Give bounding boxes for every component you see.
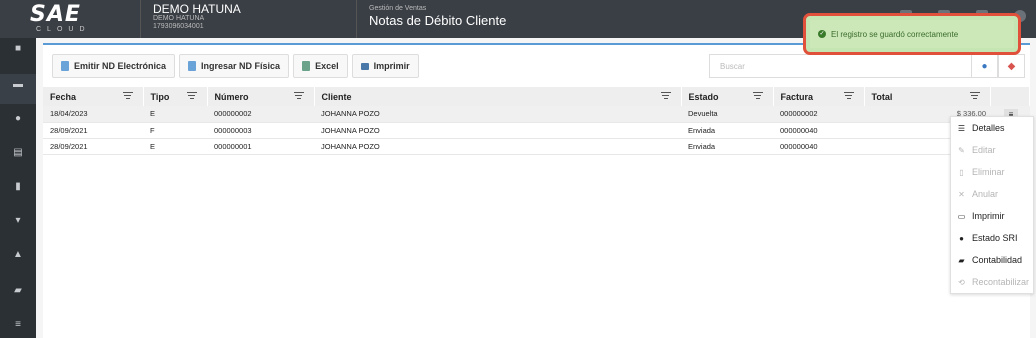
company-info[interactable]: DEMO HATUNA DEMO HATUNA 1793096034001 (140, 0, 355, 38)
column-header-actions (990, 87, 1030, 106)
ingresar-nd-fisica-button[interactable]: Ingresar ND Física (179, 54, 290, 78)
column-header[interactable]: Total (864, 87, 991, 106)
print-label: Imprimir (373, 61, 410, 71)
menu-item-anular: ✕ Anular (958, 189, 999, 199)
cell-cliente: JOHANNA POZO (314, 138, 681, 155)
excel-button[interactable]: Excel (293, 54, 348, 78)
menu-item-estado-sri[interactable]: ● Estado SRI (951, 227, 1033, 249)
globe-icon: ● (959, 233, 964, 243)
document-icon (61, 61, 69, 71)
search-icon: ● (981, 60, 988, 72)
cell-factura: 000000002 (773, 106, 864, 123)
close-icon: ✕ (958, 189, 965, 199)
cell-cliente: JOHANNA POZO (314, 106, 681, 123)
pencil-icon: ✎ (958, 145, 965, 155)
cell-tipo: E (143, 138, 207, 155)
book-icon: ▰ (958, 255, 965, 265)
cell-estado: Enviada (681, 138, 773, 155)
home-icon[interactable]: ■ (12, 44, 24, 54)
filter-icon[interactable] (843, 92, 854, 100)
table-row[interactable]: 28/09/2021 F 000000003 JOHANNA POZO Envi… (43, 122, 1030, 139)
column-header[interactable]: Factura (773, 87, 865, 106)
search-input[interactable]: Buscar (709, 54, 971, 78)
success-toast[interactable]: ✓ El registro se guardó correctamente (803, 13, 1021, 55)
print-button[interactable]: Imprimir (351, 54, 419, 78)
column-header[interactable]: Estado (681, 87, 774, 106)
table-row[interactable]: 18/04/2023 E 000000002 JOHANNA POZO Devu… (43, 106, 1030, 123)
sales-icon[interactable]: ▬ (12, 80, 24, 90)
logo-text: SAE (30, 2, 81, 27)
cell-fecha: 28/09/2021 (43, 138, 143, 155)
cell-numero: 000000003 (207, 122, 314, 139)
cell-estado: Devuelta (681, 106, 773, 123)
cell-numero: 000000001 (207, 138, 314, 155)
sidebar: ■ ▬ ● ▤ ▮ ▾ ▲ ▰ ≡ (0, 38, 36, 338)
page-title: Notas de Débito Cliente (369, 13, 507, 28)
menu-item-imprimir[interactable]: ▭ Imprimir (951, 205, 1033, 227)
menu-item-eliminar: ▯ Eliminar (951, 161, 1033, 183)
cell-tipo: E (143, 106, 207, 123)
menu-item-detalles[interactable]: ☰ Detalles (951, 117, 1033, 139)
filter-icon[interactable] (186, 92, 197, 100)
menu-item-editar: ✎ Editar (958, 145, 996, 155)
toast-body: ✓ El registro se guardó correctamente (810, 20, 1014, 48)
column-header[interactable]: Tipo (143, 87, 208, 106)
cell-fecha: 28/09/2021 (43, 122, 143, 139)
check-icon: ✓ (818, 30, 826, 38)
filter-icon[interactable] (122, 92, 133, 100)
cell-estado: Enviada (681, 122, 773, 139)
printer-icon (360, 62, 369, 70)
cell-cliente: JOHANNA POZO (314, 122, 681, 139)
column-header[interactable]: Número (207, 87, 315, 106)
cart-icon[interactable]: ▾ (12, 216, 24, 226)
filter-icon[interactable] (752, 92, 763, 100)
company-subname: DEMO HATUNA (153, 15, 205, 22)
eraser-icon: ◆ (1007, 60, 1016, 72)
menu-item-contabilidad[interactable]: ▰ Contabilidad (951, 249, 1033, 271)
table-row[interactable]: 28/09/2021 E 000000001 JOHANNA POZO Envi… (43, 138, 1030, 155)
physical-nd-label: Ingresar ND Física (201, 61, 281, 71)
clear-filter-button[interactable]: ◆ (998, 54, 1025, 78)
menu-item-recontabilizar: ⟲ Recontabilizar (958, 277, 1030, 287)
search-button[interactable]: ● (971, 54, 998, 78)
excel-label: Excel (315, 61, 339, 71)
app-logo[interactable]: SAE CLOUD (30, 4, 90, 34)
emit-nd-electronica-button[interactable]: Emitir ND Electrónica (52, 54, 176, 78)
shield-icon[interactable]: ▮ (12, 182, 24, 192)
refresh-icon: ⟲ (958, 277, 965, 287)
context-menu: ☰ Detalles ✎ Editar ▯ Eliminar ✕ Anular ▭ Imp… (950, 116, 1034, 294)
trash-icon: ▯ (959, 167, 964, 177)
bank-icon[interactable]: ▲ (12, 250, 24, 260)
list-icon: ☰ (957, 123, 966, 133)
excel-icon (302, 61, 311, 71)
emit-nd-label: Emitir ND Electrónica (74, 61, 167, 71)
report-icon[interactable]: ≡ (12, 320, 24, 330)
module-header: Gestión de Ventas Notas de Débito Client… (356, 0, 506, 38)
column-header[interactable]: Fecha (43, 87, 144, 106)
cell-factura: 000000040 (773, 122, 864, 139)
toolbar: Emitir ND Electrónica Ingresar ND Física… (52, 54, 419, 78)
company-name: DEMO HATUNA (153, 2, 241, 16)
company-ruc: 1793096034001 (153, 23, 204, 30)
cell-tipo: F (143, 122, 207, 139)
printer-icon: ▭ (957, 211, 966, 221)
main-panel: Emitir ND Electrónica Ingresar ND Física… (43, 43, 1030, 338)
filter-icon[interactable] (660, 92, 671, 100)
column-header[interactable]: Cliente (314, 87, 682, 106)
cell-fecha: 18/04/2023 (43, 106, 143, 123)
module-section: Gestión de Ventas (369, 5, 427, 12)
document-icon (188, 61, 197, 71)
logo-subtext: CLOUD (36, 26, 91, 33)
filter-icon[interactable] (293, 92, 304, 100)
cell-factura: 000000040 (773, 138, 864, 155)
book-icon[interactable]: ▰ (12, 286, 24, 296)
notes-table: Fecha Tipo Número Cliente Estado Factura… (43, 87, 1030, 155)
toast-message: El registro se guardó correctamente (831, 29, 959, 39)
table-header-row: Fecha Tipo Número Cliente Estado Factura… (43, 87, 1030, 106)
filter-icon[interactable] (969, 92, 980, 100)
cell-numero: 000000002 (207, 106, 314, 123)
globe-icon[interactable]: ● (12, 114, 24, 124)
card-icon[interactable]: ▤ (12, 148, 24, 158)
